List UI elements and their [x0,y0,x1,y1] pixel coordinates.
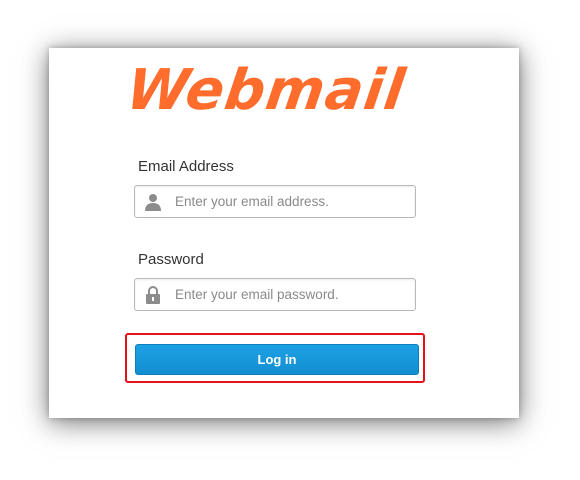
user-icon [145,194,161,211]
password-field-wrapper [134,278,416,311]
password-input[interactable] [175,279,405,310]
logo-text: Webmail [122,58,410,123]
email-input[interactable] [175,186,405,217]
email-label: Email Address [138,158,234,175]
webmail-logo: Webmail [123,58,432,123]
lock-icon [146,286,160,304]
email-field-wrapper [134,185,416,218]
password-label: Password [138,251,204,268]
login-button[interactable]: Log in [135,344,419,375]
login-card: Webmail Email Address Password Log in [49,48,519,418]
